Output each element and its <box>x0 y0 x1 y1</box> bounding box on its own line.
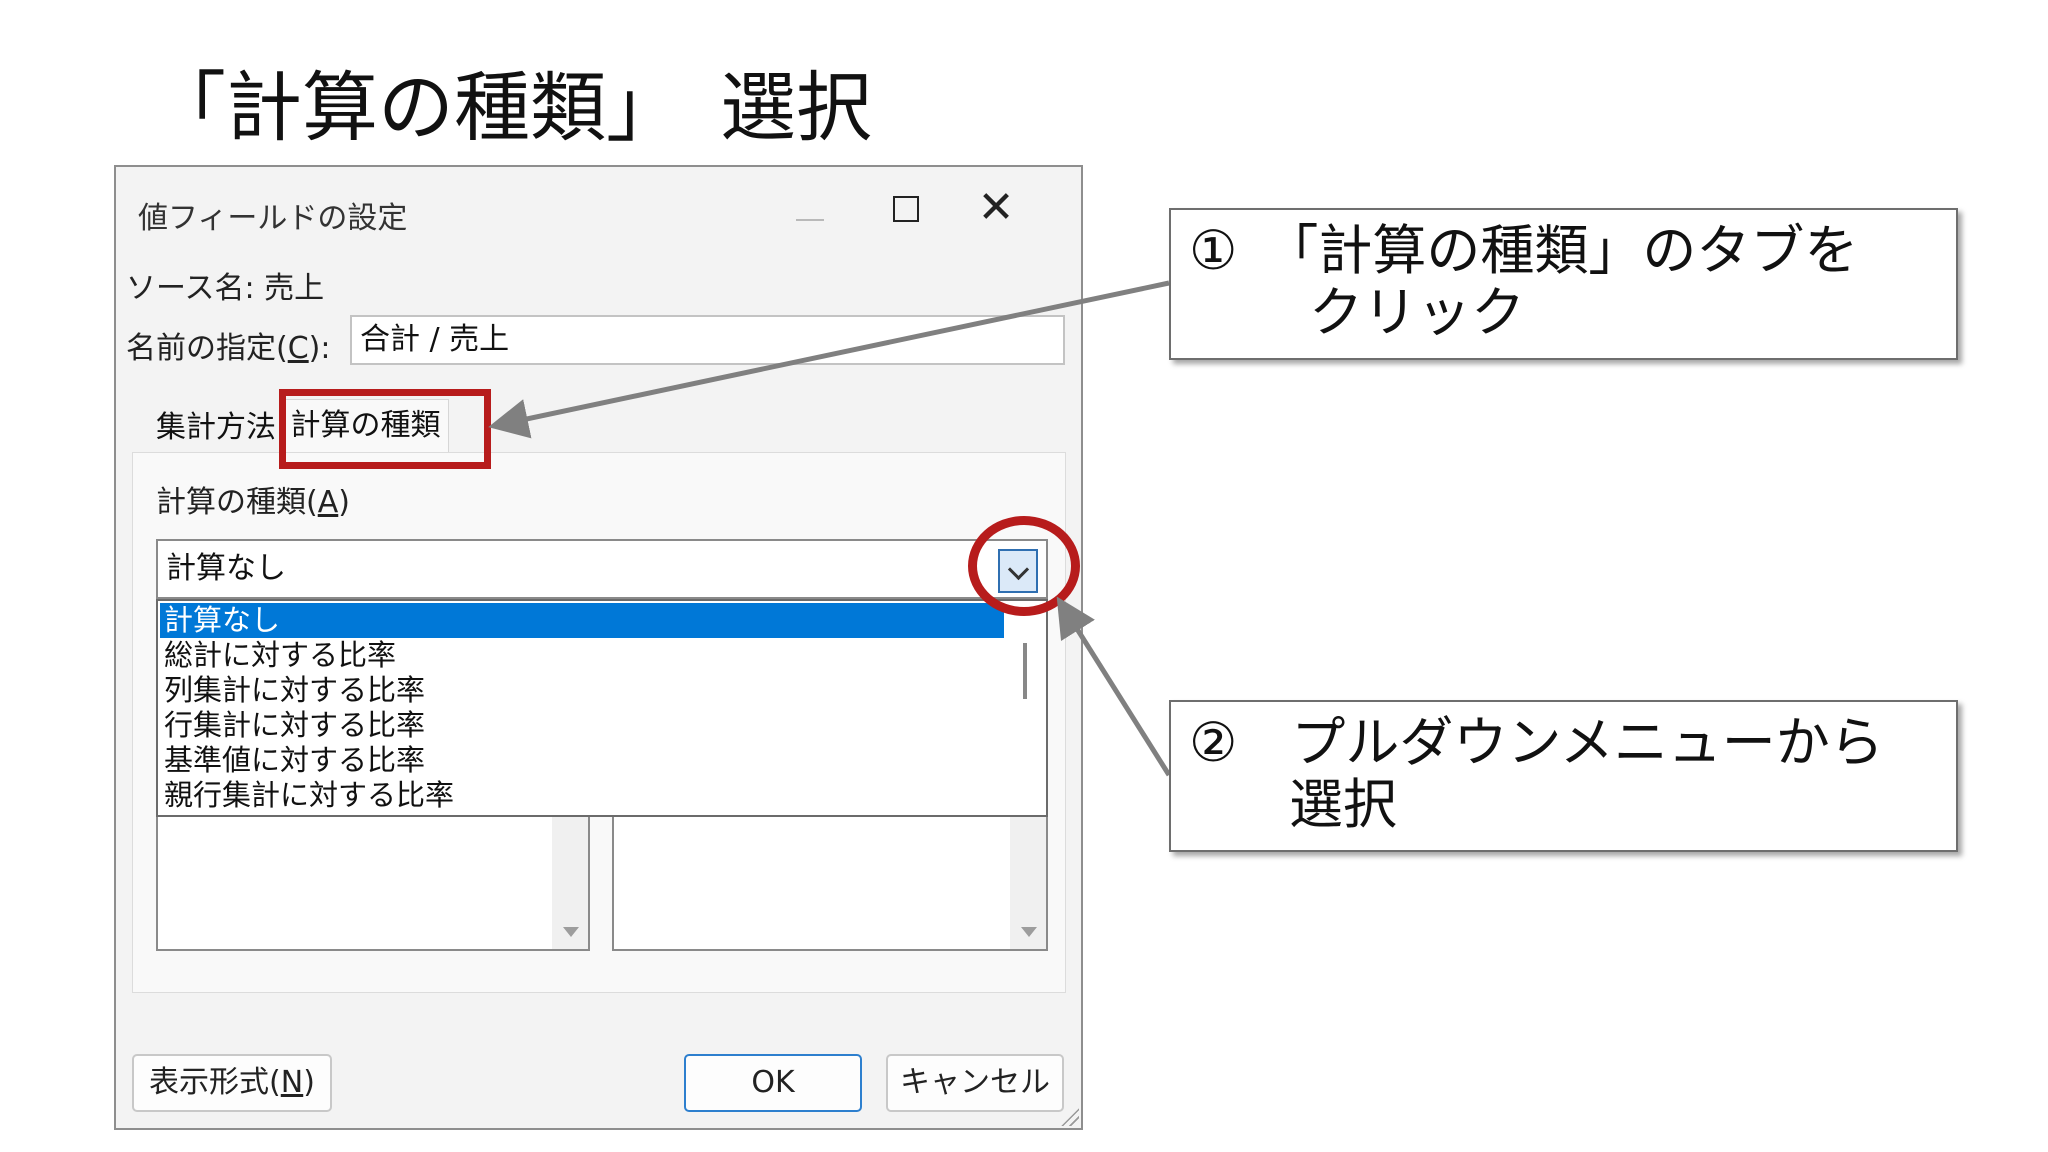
callout-2-line-1: ② プルダウンメニューから <box>1189 711 1884 774</box>
callout-step-2: ② プルダウンメニューから 選択 <box>1169 700 1958 852</box>
callout-1-line-1: ① 「計算の種類」のタブを <box>1189 219 1859 282</box>
callout-2-line-2: 選択 <box>1289 773 1397 836</box>
arrow-to-dropdown <box>1056 596 1172 777</box>
callout-1-line-2: クリック <box>1309 281 1525 344</box>
annotation-arrows <box>488 280 1172 777</box>
arrow-to-tab <box>488 280 1170 439</box>
callout-step-1: ① 「計算の種類」のタブを クリック <box>1169 208 1958 360</box>
